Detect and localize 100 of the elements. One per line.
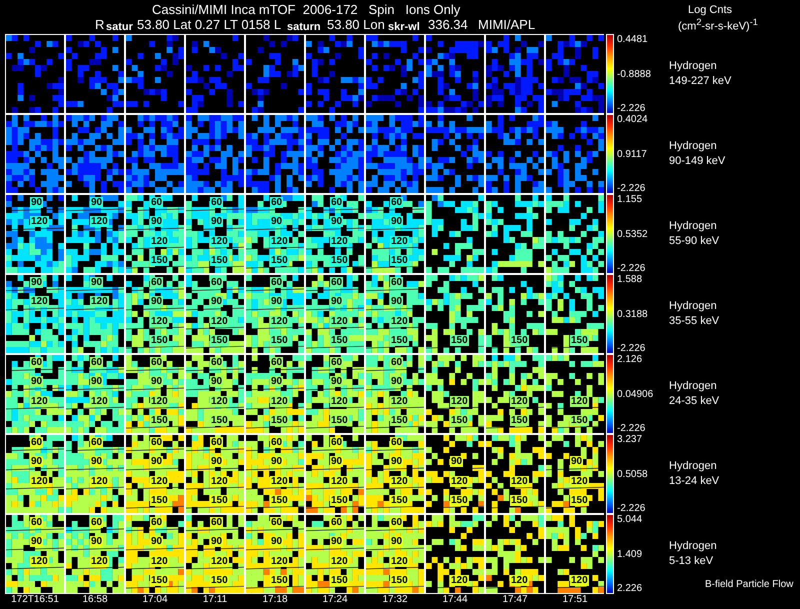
- scale-mid: 0.3188: [617, 308, 649, 320]
- contour-label: 60: [210, 277, 224, 288]
- contour-label: 120: [330, 476, 349, 487]
- contour-label: 150: [210, 574, 229, 586]
- contour-label: 120: [390, 476, 409, 487]
- contour-label: 60: [330, 517, 344, 528]
- contour-label: 60: [270, 517, 284, 528]
- contour-label: 90: [210, 536, 224, 548]
- contour-label: 150: [510, 494, 529, 506]
- contour-label: 150: [150, 414, 169, 426]
- contour-label: 120: [510, 396, 529, 407]
- contour-label: 120: [90, 556, 109, 567]
- scale-max: 0.4024: [617, 114, 649, 125]
- contour-label: 150: [570, 494, 589, 506]
- species-label: Hydrogen: [669, 379, 718, 394]
- contour-label: 120: [90, 216, 109, 228]
- contour-label: 60: [210, 357, 224, 368]
- scale-min: -2.226: [617, 103, 646, 114]
- contour-label: 90: [390, 376, 404, 388]
- contour-label: 60: [390, 197, 404, 208]
- contour-label: 60: [390, 437, 404, 448]
- contour-label: 60: [330, 197, 344, 208]
- units-label: Log Cnts: [688, 4, 732, 16]
- contour-label: 60: [90, 437, 104, 448]
- contour-label: 120: [270, 476, 289, 487]
- contour-label: 120: [330, 236, 349, 247]
- scale-max: 5.044: [617, 514, 644, 525]
- contour-label: 150: [270, 414, 289, 426]
- contour-label: 120: [30, 296, 49, 308]
- energy-range: 90-149 keV: [669, 154, 726, 169]
- contour-label: 90: [150, 456, 164, 468]
- contour-label: 150: [210, 254, 229, 266]
- contour-label: 120: [390, 556, 409, 567]
- orbit-info: R: [95, 17, 104, 32]
- contour-label: 120: [90, 396, 109, 407]
- scale-max: 2.126: [617, 354, 644, 365]
- contour-label: 90: [210, 216, 224, 228]
- contour-label: 60: [390, 517, 404, 528]
- contour-label: 90: [90, 376, 104, 388]
- scale-min: -2.226: [617, 263, 646, 274]
- plot-title: Cassini/MIMI Inca mTOF 2006-172 Spin Ions Only: [152, 2, 460, 17]
- contour-label: 150: [570, 334, 589, 346]
- contour-label: 60: [210, 517, 224, 528]
- contour-label: 60: [150, 197, 164, 208]
- scale-min: -2.226: [617, 343, 646, 354]
- contour-label: 120: [450, 574, 469, 586]
- contour-label: 150: [270, 334, 289, 346]
- contour-label: 150: [150, 574, 169, 586]
- contour-label: 60: [90, 357, 104, 368]
- units-formula: (cm$^{2}$-sr-s-keV)$^{-1}$: [678, 17, 758, 33]
- contour-label: 120: [330, 556, 349, 567]
- contour-label: 90: [330, 456, 344, 468]
- contour-label: 90: [450, 456, 464, 468]
- contour-label: 150: [330, 334, 349, 346]
- contour-label: 120: [510, 476, 529, 487]
- contour-label: 60: [210, 437, 224, 448]
- contour-label: 120: [30, 216, 49, 228]
- contour-label: 90: [150, 296, 164, 308]
- contour-label: 120: [150, 316, 169, 327]
- contour-label: 90: [150, 216, 164, 228]
- contour-label: 90: [30, 197, 44, 208]
- contour-label: 60: [270, 357, 284, 368]
- event-marker: saturn: [287, 22, 321, 33]
- energy-range: 55-90 keV: [669, 234, 720, 249]
- energy-range: 24-35 keV: [669, 394, 720, 409]
- energy-range: 149-227 keV: [669, 74, 732, 89]
- contour-label: 150: [270, 574, 289, 586]
- contour-label: 120: [270, 396, 289, 407]
- contour-label: 150: [330, 494, 349, 506]
- contour-label: 90: [30, 376, 44, 388]
- event-marker: skr-wl: [388, 22, 420, 33]
- species-label: Hydrogen: [669, 459, 718, 474]
- species-label: Hydrogen: [669, 299, 718, 314]
- contour-label: 60: [30, 357, 44, 368]
- orbit-info: 336.34: [428, 17, 468, 32]
- contour-label: 120: [330, 396, 349, 407]
- contour-label: 120: [30, 396, 49, 407]
- contour-label: 120: [450, 476, 469, 487]
- contour-label: 150: [390, 414, 409, 426]
- scale-min: -2.226: [617, 423, 646, 434]
- contour-label: 150: [150, 254, 169, 266]
- contour-label: 120: [210, 396, 229, 407]
- contour-label: 60: [210, 197, 224, 208]
- contour-label: 150: [390, 574, 409, 586]
- energy-range: 13-24 keV: [669, 474, 720, 489]
- contour-label: 90: [390, 536, 404, 548]
- contour-label: 60: [150, 357, 164, 368]
- contour-label: 120: [90, 296, 109, 308]
- contour-label: 90: [90, 456, 104, 468]
- contour-label: 120: [390, 316, 409, 327]
- contour-label: 120: [570, 574, 589, 586]
- contour-label: 90: [390, 216, 404, 228]
- orbit-info: MIMI/APL: [478, 17, 536, 32]
- contour-label: 150: [330, 574, 349, 586]
- contour-label: 60: [390, 357, 404, 368]
- contour-label: 120: [570, 396, 589, 407]
- contour-label: 120: [390, 236, 409, 247]
- contour-label: 120: [90, 476, 109, 487]
- contour-label: 150: [150, 494, 169, 506]
- contour-label: 90: [90, 277, 104, 288]
